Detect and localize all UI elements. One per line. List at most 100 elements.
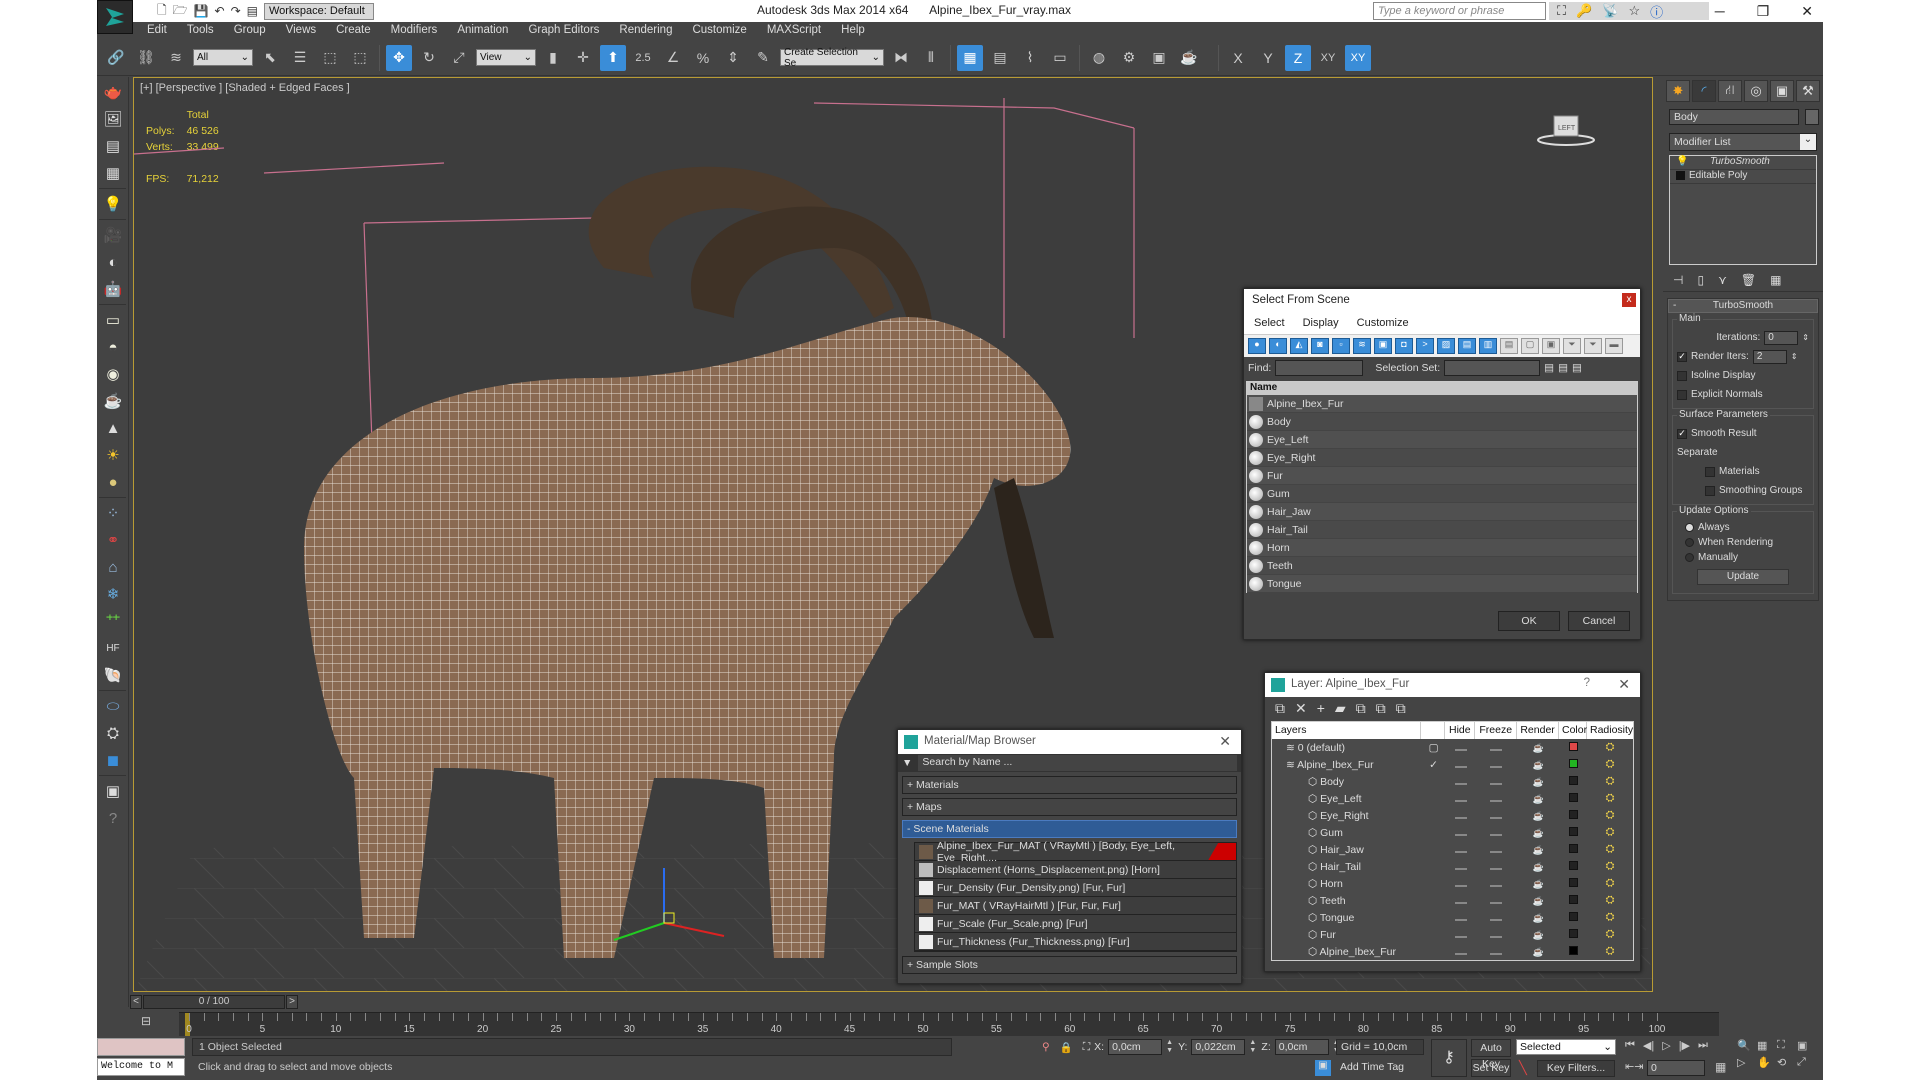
- crystal-icon[interactable]: ❄: [100, 582, 126, 606]
- layer-row[interactable]: ≋ 0 (default) ▢ ☕ ⛭: [1272, 739, 1633, 756]
- layer-row[interactable]: ≋ Alpine_Ibex_Fur ✓ ☕ ⛭: [1272, 756, 1633, 773]
- smooth-result-checkbox[interactable]: ✓: [1677, 428, 1687, 439]
- layer-color-swatch[interactable]: [1559, 826, 1587, 839]
- layer-name-cell[interactable]: ⬡ Hair_Jaw: [1272, 844, 1422, 856]
- render-toggle-teapot-icon[interactable]: ☕: [1517, 946, 1559, 958]
- funnel-filter-icon[interactable]: ⏷: [1563, 338, 1581, 354]
- layer-color-swatch[interactable]: [1559, 928, 1587, 941]
- maxscript-output-mini[interactable]: Welcome to M: [97, 1058, 185, 1076]
- favorites-star-icon[interactable]: ☆: [1628, 3, 1640, 19]
- zoom-icon[interactable]: 🔍: [1737, 1039, 1757, 1052]
- menu-rendering[interactable]: Rendering: [609, 22, 682, 40]
- axis-xy-button[interactable]: XY: [1315, 45, 1341, 71]
- scene-material-item[interactable]: Fur_MAT ( VRayHairMtl ) [Fur, Fur, Fur]: [915, 897, 1236, 915]
- lock-selection-icon[interactable]: 🔒: [1060, 1041, 1073, 1054]
- lights-filter-icon[interactable]: ◭: [1290, 338, 1308, 354]
- redo-icon[interactable]: ↷: [231, 4, 241, 18]
- col-render[interactable]: Render: [1517, 722, 1559, 739]
- containers-filter-icon[interactable]: ▨: [1437, 338, 1455, 354]
- layer-name-cell[interactable]: ≋ 0 (default): [1272, 742, 1422, 754]
- go-to-start-icon[interactable]: ⏮: [1625, 1039, 1635, 1052]
- name-column-header[interactable]: Name: [1247, 382, 1637, 395]
- dialog-title-bar[interactable]: Layer: Alpine_Ibex_Fur? ✕: [1265, 673, 1640, 697]
- radiosity-toggle-icon[interactable]: ⛭: [1587, 775, 1633, 788]
- object-list-item[interactable]: Teeth: [1247, 557, 1637, 575]
- frozen-filter-icon[interactable]: ▤: [1458, 338, 1476, 354]
- iterations-spinner[interactable]: 0: [1764, 330, 1799, 345]
- hierarchy-tab-icon[interactable]: ⛙: [1718, 80, 1742, 102]
- help-icon[interactable]: ⓘ: [1650, 2, 1663, 21]
- layer-name-cell[interactable]: ⬡ Horn: [1272, 878, 1422, 890]
- menu-select[interactable]: Select: [1254, 317, 1285, 330]
- help-circle-icon[interactable]: ?: [100, 806, 126, 830]
- scene-material-item[interactable]: Fur_Scale (Fur_Scale.png) [Fur]: [915, 915, 1236, 933]
- y-coord-input[interactable]: 0,022cm: [1191, 1039, 1246, 1055]
- named-selection-dropdown[interactable]: Create Selection Se ⌄: [780, 47, 884, 69]
- scene-material-item[interactable]: Fur_Thickness (Fur_Thickness.png) [Fur]: [915, 933, 1236, 951]
- z-coord-input[interactable]: 0,0cm: [1274, 1039, 1329, 1055]
- time-tag-icon[interactable]: ▣: [1315, 1060, 1331, 1076]
- freeze-toggle[interactable]: [1475, 861, 1517, 873]
- menu-maxscript[interactable]: MAXScript: [757, 22, 831, 40]
- utilities-tab-icon[interactable]: ⚒: [1796, 80, 1820, 102]
- render-iters-checkbox[interactable]: ✓: [1677, 351, 1687, 362]
- spinner-snap-icon[interactable]: ⇕: [720, 45, 746, 71]
- add-time-tag[interactable]: Add Time Tag: [1336, 1060, 1424, 1076]
- hair-fur-icon[interactable]: HF: [100, 636, 126, 660]
- options-triangle-icon[interactable]: ▼: [902, 757, 912, 769]
- keyboard-shortcut-override-icon[interactable]: ⬆: [600, 44, 626, 71]
- layer-name-cell[interactable]: ⬡ Eye_Left: [1272, 793, 1422, 805]
- object-color-swatch[interactable]: [1805, 109, 1819, 125]
- layer-color-swatch[interactable]: [1559, 758, 1587, 771]
- current-layer-cell[interactable]: ▢: [1422, 742, 1446, 754]
- groups-filter-icon[interactable]: ▣: [1374, 338, 1392, 354]
- menu-edit[interactable]: Edit: [137, 22, 177, 40]
- create-layer-icon[interactable]: ⧉: [1275, 700, 1285, 716]
- stack-item-turbosmooth[interactable]: 💡 TurboSmooth: [1670, 156, 1816, 170]
- render-toggle-teapot-icon[interactable]: ☕: [1517, 810, 1559, 822]
- radiosity-toggle-icon[interactable]: ⛭: [1587, 758, 1633, 771]
- isoline-checkbox[interactable]: [1677, 370, 1687, 381]
- hide-toggle[interactable]: [1446, 844, 1476, 856]
- helpers-filter-icon[interactable]: ▫: [1332, 338, 1350, 354]
- motion-tab-icon[interactable]: ◎: [1744, 80, 1768, 102]
- render-toggle-teapot-icon[interactable]: ☕: [1517, 793, 1559, 805]
- object-list-item[interactable]: Hair_Jaw: [1247, 503, 1637, 521]
- layer-color-swatch[interactable]: [1559, 877, 1587, 890]
- radiosity-toggle-icon[interactable]: ⛭: [1587, 911, 1633, 924]
- layer-row[interactable]: ⬡ Hair_Tail ☕ ⛭: [1272, 858, 1633, 875]
- key-tangent-icon[interactable]: ╲: [1519, 1060, 1527, 1076]
- object-list-item[interactable]: Alpine_Ibex_Fur: [1247, 395, 1637, 413]
- layer-row[interactable]: ⬡ Horn ☕ ⛭: [1272, 875, 1633, 892]
- zoom-extents-all-icon[interactable]: ▣: [1797, 1039, 1817, 1052]
- layer-name-cell[interactable]: ⬡ Teeth: [1272, 895, 1422, 907]
- prev-frame-arrow[interactable]: <: [130, 995, 142, 1009]
- mirror-icon[interactable]: ⧓: [888, 45, 914, 71]
- key-filters-button[interactable]: Key Filters...: [1537, 1060, 1615, 1077]
- close-icon[interactable]: x: [1622, 293, 1636, 307]
- axis-xy-cycle-button[interactable]: XY: [1345, 44, 1371, 71]
- object-list-item[interactable]: Body: [1247, 413, 1637, 431]
- ok-button[interactable]: OK: [1498, 611, 1560, 631]
- sphere-camera-icon[interactable]: ◐: [100, 250, 126, 274]
- col-current[interactable]: [1421, 722, 1446, 739]
- materials-checkbox[interactable]: [1705, 466, 1715, 477]
- layer-color-swatch[interactable]: [1559, 809, 1587, 822]
- layer-name-cell[interactable]: ⬡ Body: [1272, 776, 1422, 788]
- col-color[interactable]: Color: [1559, 722, 1587, 739]
- col-freeze[interactable]: Freeze: [1475, 722, 1518, 739]
- freeze-toggle[interactable]: [1475, 742, 1517, 754]
- layer-row[interactable]: ⬡ Alpine_Ibex_Fur ☕ ⛭: [1272, 943, 1633, 960]
- binoculars-icon[interactable]: ⛶: [1557, 3, 1566, 19]
- time-slider[interactable]: < 0 / 100 >: [130, 995, 298, 1009]
- pivot-center-icon[interactable]: ▮: [540, 45, 566, 71]
- layer-manager-icon[interactable]: ▦: [957, 44, 983, 71]
- render-toggle-teapot-icon[interactable]: ☕: [1517, 912, 1559, 924]
- freeze-toggle[interactable]: [1475, 759, 1517, 771]
- grass-icon[interactable]: ⺿: [100, 609, 126, 633]
- layer-color-swatch[interactable]: [1559, 894, 1587, 907]
- menu-modifiers[interactable]: Modifiers: [381, 22, 448, 40]
- molecule-icon[interactable]: ⚭: [100, 528, 126, 552]
- select-none-icon[interactable]: ▢: [1521, 338, 1539, 354]
- hide-toggle[interactable]: [1446, 895, 1476, 907]
